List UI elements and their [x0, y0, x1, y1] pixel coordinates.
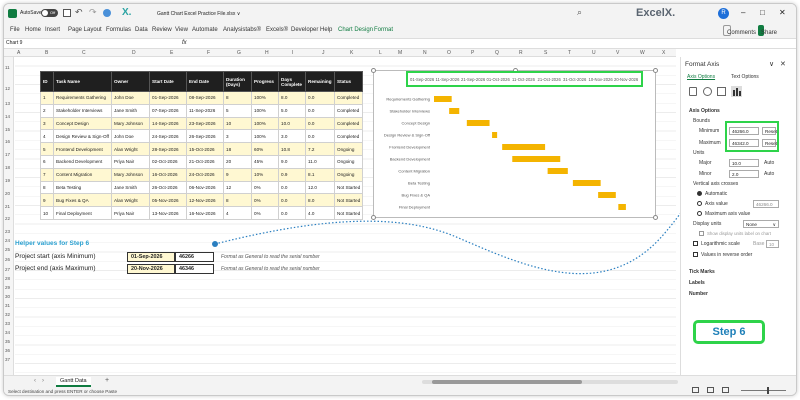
callout-arrow-path: [214, 144, 723, 275]
major-label: Major: [699, 160, 712, 166]
max-axis-value-label: Maximum axis value: [705, 211, 751, 217]
automatic-radio[interactable]: [697, 191, 702, 196]
units-label: Units: [693, 150, 705, 156]
tab-axis-options[interactable]: Axis Options: [687, 74, 715, 80]
minimum-label: Minimum: [699, 128, 720, 134]
base-input[interactable]: 10: [766, 240, 779, 248]
log-scale-label: Logarithmic scale: [701, 241, 740, 247]
vertical-crosses-label: Vertical axis crosses: [693, 181, 739, 187]
minor-label: Minor: [699, 171, 712, 177]
zoom-slider[interactable]: [741, 387, 786, 394]
step-badge: Step 6: [693, 320, 765, 344]
show-label-checkbox[interactable]: [699, 231, 704, 236]
maximum-label: Maximum: [699, 140, 721, 146]
reverse-checkbox[interactable]: [693, 252, 698, 257]
panel-close-icon[interactable]: ✕: [780, 60, 786, 68]
minor-auto-button[interactable]: Auto: [764, 171, 774, 177]
bar-glyph: [736, 88, 738, 96]
axis-options-icon[interactable]: [731, 86, 742, 97]
sheet-nav-left[interactable]: ‹: [34, 378, 36, 384]
sheet-nav-right[interactable]: ›: [42, 378, 44, 384]
major-input[interactable]: 10.0: [729, 159, 759, 167]
excel-window: AutoSave Off ↶ ↷ X. Gantt Chart Excel Pr…: [3, 3, 797, 396]
status-bar: ‹ › Gantt Data + Select destination and …: [4, 375, 796, 395]
log-scale-checkbox[interactable]: [693, 241, 698, 246]
chevron-down-icon: ∨: [772, 222, 776, 227]
axis-value-label: Axis value: [705, 201, 728, 207]
zoom-slider-knob[interactable]: [767, 387, 769, 394]
size-properties-icon[interactable]: [717, 87, 726, 96]
section-labels[interactable]: Labels: [689, 280, 705, 286]
effects-icon[interactable]: [703, 87, 712, 96]
minor-input[interactable]: 2.0: [729, 170, 759, 178]
base-label: Base: [753, 241, 765, 247]
automatic-label: Automatic: [705, 191, 728, 197]
axis-value-radio[interactable]: [697, 201, 702, 206]
max-axis-value-radio[interactable]: [697, 211, 702, 216]
scrollbar-thumb[interactable]: [432, 380, 582, 384]
section-axis-options[interactable]: Axis Options: [689, 108, 720, 114]
page-break-view-icon[interactable]: [722, 387, 729, 393]
bar-glyph: [733, 90, 735, 96]
panel-collapse-icon[interactable]: ∨: [769, 60, 774, 68]
bar-glyph: [739, 91, 741, 96]
add-sheet-icon[interactable]: +: [105, 377, 109, 384]
display-units-value: None: [746, 222, 757, 227]
section-number[interactable]: Number: [689, 291, 708, 297]
fill-line-icon[interactable]: [689, 87, 697, 96]
tab-text-options[interactable]: Text Options: [731, 74, 759, 80]
horizontal-scrollbar[interactable]: [422, 380, 678, 384]
bounds-highlight-box: [725, 121, 779, 152]
display-units-label: Display units: [693, 221, 722, 227]
section-tick-marks[interactable]: Tick Marks: [689, 269, 715, 275]
status-text: Select destination and press ENTER or ch…: [8, 389, 118, 394]
major-auto-button[interactable]: Auto: [764, 160, 774, 166]
callout-arrow-start: [212, 241, 218, 247]
axis-value-input[interactable]: 46266.0: [753, 200, 779, 208]
display-units-select[interactable]: None ∨: [743, 220, 779, 228]
bounds-label: Bounds: [693, 118, 710, 124]
normal-view-icon[interactable]: [692, 387, 699, 393]
sheet-tab-gantt-data[interactable]: Gantt Data: [56, 377, 91, 387]
page-layout-view-icon[interactable]: [707, 387, 714, 393]
reverse-label: Values in reverse order: [701, 252, 753, 258]
callout-arrow: [212, 142, 724, 275]
panel-title: Format Axis: [685, 61, 720, 68]
show-label-text: Show display units label on chart: [707, 231, 771, 236]
